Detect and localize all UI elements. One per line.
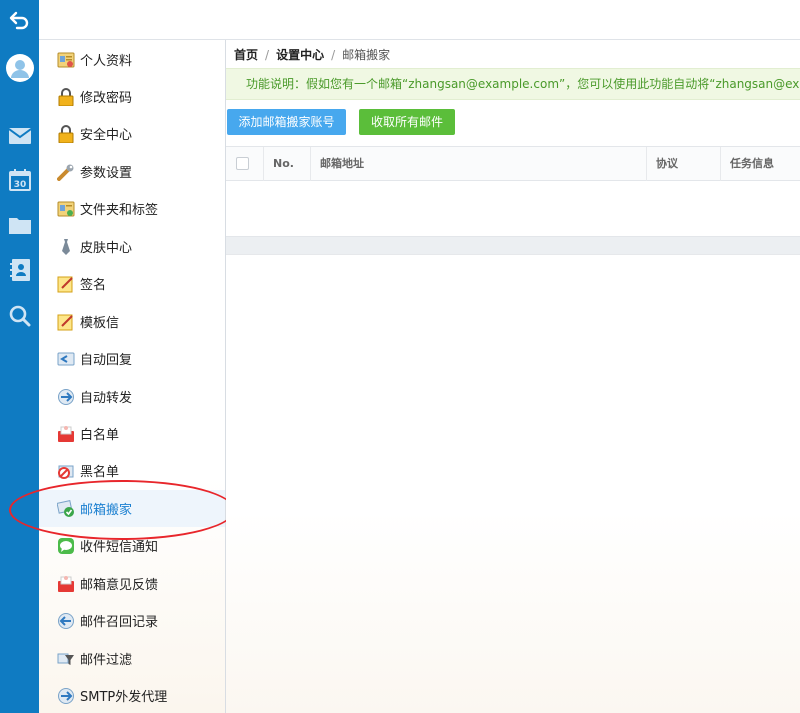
calendar-icon[interactable]: 30 xyxy=(0,162,39,198)
note-pen-icon xyxy=(57,313,75,331)
fetch-all-mail-button[interactable]: 收取所有邮件 xyxy=(359,109,455,135)
calendar-day: 30 xyxy=(13,180,26,190)
block-icon xyxy=(57,462,75,480)
breadcrumb: 首页 / 设置中心 / 邮箱搬家 xyxy=(234,46,391,63)
sidebar-item-label: 邮箱意见反馈 xyxy=(80,578,159,593)
sidebar-item-label: 自动回复 xyxy=(80,353,133,368)
mailbox-white-icon xyxy=(57,425,75,443)
wrench-icon xyxy=(57,163,75,181)
breadcrumb-home[interactable]: 首页 xyxy=(234,48,258,62)
settings-sidebar: 个人资料 修改密码 安全中心 参数设置 文件夹和标签 皮肤中心 签名 模板信 自… xyxy=(39,40,226,713)
mail-move-table: No. 邮箱地址 协议 任务信息 xyxy=(226,146,800,255)
sidebar-item-mail-filter[interactable]: 邮件过滤 xyxy=(39,640,225,677)
sidebar-item-label: 收件短信通知 xyxy=(80,540,159,555)
select-all-cell xyxy=(226,147,263,181)
breadcrumb-separator: / xyxy=(331,47,336,62)
tie-icon xyxy=(57,238,75,256)
sidebar-item-sms-notify[interactable]: 收件短信通知 xyxy=(39,527,225,564)
table-footer xyxy=(226,236,800,255)
folder-tag-icon xyxy=(57,200,75,218)
sidebar-item-label: 皮肤中心 xyxy=(80,241,133,256)
sidebar-item-feedback[interactable]: 邮箱意见反馈 xyxy=(39,565,225,602)
add-mail-move-account-button[interactable]: 添加邮箱搬家账号 xyxy=(227,109,346,135)
app-rail: 30 xyxy=(0,0,39,713)
feature-description: 功能说明：假如您有一个邮箱“zhangsan@example.com”，您可以使… xyxy=(226,68,800,100)
sidebar-item-auto-reply[interactable]: 自动回复 xyxy=(39,340,225,377)
column-header-email: 邮箱地址 xyxy=(310,147,646,181)
column-header-no: No. xyxy=(263,147,310,181)
contacts-icon[interactable] xyxy=(0,252,39,288)
note-pen-icon xyxy=(57,275,75,293)
table-header: No. 邮箱地址 协议 任务信息 xyxy=(226,146,800,181)
sidebar-item-label: 邮箱搬家 xyxy=(80,503,133,518)
column-header-task-info: 任务信息 xyxy=(720,147,800,181)
sidebar-item-smtp-proxy[interactable]: SMTP外发代理 xyxy=(39,677,225,713)
mail-move-icon xyxy=(57,499,75,518)
sidebar-item-template[interactable]: 模板信 xyxy=(39,303,225,340)
forward-icon xyxy=(57,388,75,406)
top-bar xyxy=(39,0,800,40)
lock-icon xyxy=(57,87,75,106)
sidebar-item-auto-forward[interactable]: 自动转发 xyxy=(39,378,225,415)
sidebar-item-label: 模板信 xyxy=(80,316,120,331)
sidebar-item-label: 邮件过滤 xyxy=(80,653,133,668)
column-header-protocol: 协议 xyxy=(646,147,720,181)
select-all-checkbox[interactable] xyxy=(236,157,249,170)
sidebar-item-label: 个人资料 xyxy=(80,54,133,69)
profile-card-icon xyxy=(57,51,75,69)
breadcrumb-current: 邮箱搬家 xyxy=(342,48,391,62)
sidebar-item-folders-tags[interactable]: 文件夹和标签 xyxy=(39,190,225,227)
sidebar-item-label: 修改密码 xyxy=(80,91,133,106)
filter-icon xyxy=(57,650,75,668)
sidebar-item-change-password[interactable]: 修改密码 xyxy=(39,78,225,115)
sidebar-item-label: 白名单 xyxy=(80,428,120,443)
sidebar-item-blacklist[interactable]: 黑名单 xyxy=(39,452,225,489)
sidebar-item-label: 黑名单 xyxy=(80,465,120,480)
avatar-icon[interactable] xyxy=(0,48,39,88)
folder-icon[interactable] xyxy=(0,207,39,243)
sidebar-item-security[interactable]: 安全中心 xyxy=(39,115,225,152)
sidebar-item-label: 签名 xyxy=(80,278,107,293)
auto-reply-icon xyxy=(57,350,75,368)
sidebar-item-mail-move[interactable]: 邮箱搬家 xyxy=(39,490,225,527)
search-icon[interactable] xyxy=(0,298,39,334)
lock-icon xyxy=(57,124,75,143)
sidebar-item-skin[interactable]: 皮肤中心 xyxy=(39,228,225,265)
breadcrumb-separator: / xyxy=(265,47,270,62)
sidebar-item-label: 安全中心 xyxy=(80,128,133,143)
feedback-icon xyxy=(57,575,75,593)
sidebar-item-label: 邮件召回记录 xyxy=(80,615,159,630)
smtp-icon xyxy=(57,687,75,705)
breadcrumb-settings[interactable]: 设置中心 xyxy=(276,48,324,62)
sidebar-item-parameters[interactable]: 参数设置 xyxy=(39,153,225,190)
back-icon[interactable] xyxy=(0,2,39,38)
recall-icon xyxy=(57,612,75,630)
table-body xyxy=(226,181,800,236)
sidebar-item-label: 自动转发 xyxy=(80,391,133,406)
mail-icon[interactable] xyxy=(0,118,39,154)
main-content: 首页 / 设置中心 / 邮箱搬家 功能说明：假如您有一个邮箱“zhangsan@exam… xyxy=(226,40,800,713)
sms-icon xyxy=(57,537,75,555)
sidebar-item-whitelist[interactable]: 白名单 xyxy=(39,415,225,452)
sidebar-item-recall-log[interactable]: 邮件召回记录 xyxy=(39,602,225,639)
sidebar-item-label: 文件夹和标签 xyxy=(80,203,159,218)
sidebar-item-label: 参数设置 xyxy=(80,166,133,181)
sidebar-item-profile[interactable]: 个人资料 xyxy=(39,41,225,78)
sidebar-item-signature[interactable]: 签名 xyxy=(39,265,225,302)
sidebar-item-label: SMTP外发代理 xyxy=(80,690,168,705)
